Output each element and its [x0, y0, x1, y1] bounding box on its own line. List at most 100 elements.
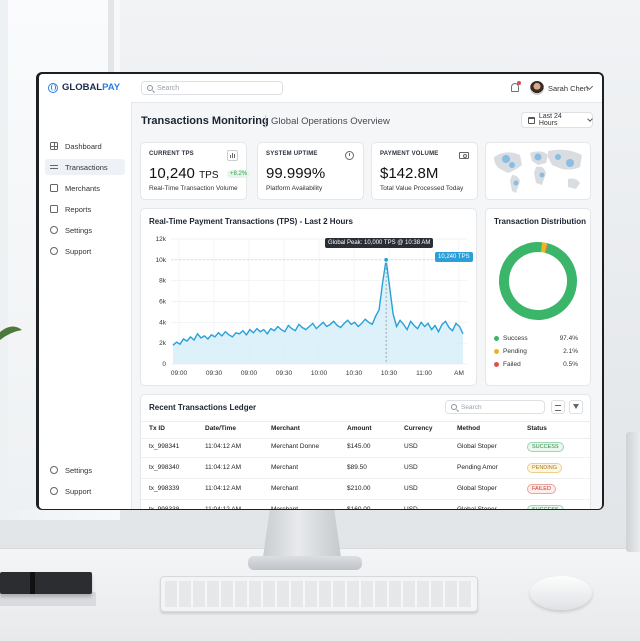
current-value-badge: 10,240 TPS	[435, 252, 473, 262]
x-tick-label: 10:00	[311, 370, 328, 377]
gear-icon	[50, 226, 58, 234]
status-badge: FAILED	[527, 484, 556, 494]
sidebar-item-support[interactable]: Support	[45, 243, 125, 259]
sidebar-item-label: Settings	[65, 465, 93, 475]
date-range-label: Last 24 Hours	[538, 113, 562, 127]
sidebar-item-label: Support	[65, 486, 92, 496]
x-tick-label: 10:30	[346, 370, 363, 377]
table-cell: 11:04:12 AM	[205, 485, 242, 492]
sidebar-item-label: Dashboard	[65, 141, 102, 151]
column-header[interactable]: Status	[527, 425, 547, 432]
column-header[interactable]: Currency	[404, 425, 433, 432]
table-cell: USD	[404, 485, 418, 492]
page-subtitle: Global Operations Overview	[271, 116, 390, 127]
keyboard	[160, 576, 478, 612]
bill-icon	[459, 152, 469, 159]
sidebar-item-label: Support	[65, 246, 92, 256]
table-cell: $160.00	[347, 506, 371, 509]
sidebar-item-label: Merchants	[65, 183, 101, 193]
title-divider	[265, 115, 266, 128]
column-header[interactable]: Merchant	[271, 425, 300, 432]
table-cell: $89.50	[347, 464, 367, 471]
table-cell: tx_998338	[149, 506, 179, 509]
kpi-value: 99.999%	[266, 165, 326, 182]
table-cell: $210.00	[347, 485, 371, 492]
calendar-icon	[528, 116, 535, 124]
table-cell: tx_998339	[149, 485, 180, 492]
kpi-label: SYSTEM UPTIME	[266, 151, 318, 157]
kpi-caption: Total Value Processed Today	[380, 185, 464, 192]
sidebar-item-reports[interactable]: Reports	[45, 201, 125, 217]
page-title: Transactions Monitoring	[141, 115, 269, 127]
document-icon	[50, 205, 58, 213]
table-cell: Merchant	[271, 464, 299, 471]
monitor-stand-base	[248, 556, 362, 570]
sidebar-item-dashboard[interactable]: Dashboard	[45, 138, 125, 154]
peak-point[interactable]	[383, 256, 390, 263]
ledger-title: Recent Transactions Ledger	[149, 403, 257, 412]
world-map-card[interactable]	[485, 142, 591, 200]
y-tick-label: 2k	[159, 340, 167, 347]
table-cell: tx_998341	[149, 443, 180, 450]
search-icon	[451, 404, 457, 410]
kpi-card-tps[interactable]: CURRENT TPS 10,240 TPS +8.2% Real-Time T…	[140, 142, 251, 200]
status-badge: SUCCESS	[527, 505, 564, 509]
status-badge: SUCCESS	[527, 442, 564, 452]
notebook-bottom	[0, 592, 96, 606]
sidebar-item-settings[interactable]: Settings	[45, 222, 125, 238]
plant-leaf	[0, 326, 22, 340]
kpi-caption: Real-Time Transaction Volume	[149, 185, 238, 192]
y-tick-label: 8k	[159, 278, 167, 285]
mouse	[530, 576, 592, 610]
store-icon	[50, 184, 58, 192]
date-range-select[interactable]: Last 24 Hours	[521, 112, 593, 128]
kpi-card-volume[interactable]: PAYMENT VOLUME $142.8M Total Value Proce…	[371, 142, 478, 200]
notebook	[0, 572, 92, 594]
bar-chart-icon	[227, 150, 238, 161]
user-name[interactable]: Sarah Chen	[548, 84, 588, 93]
kpi-value: $142.8M	[380, 165, 439, 182]
columns-button[interactable]	[551, 400, 565, 414]
x-tick-label: 09:00	[241, 370, 258, 377]
y-tick-label: 4k	[159, 319, 167, 326]
sidebar-item-label: Settings	[65, 225, 93, 235]
top-bar: GLOBAL PAY Search Sarah Chen	[39, 74, 602, 103]
column-header[interactable]: Amount	[347, 425, 372, 432]
column-header[interactable]: Date/Time	[205, 425, 236, 432]
table-row[interactable]: tx_998340 11:04:12 AM Merchant $89.50 USD Pen…	[141, 458, 590, 479]
kpi-label: CURRENT TPS	[149, 151, 194, 157]
global-search-input[interactable]: Search	[141, 81, 283, 95]
kpi-card-uptime[interactable]: SYSTEM UPTIME 99.999% Platform Availabil…	[257, 142, 364, 200]
sidebar-bottom-support[interactable]: Support	[45, 483, 125, 499]
table-row[interactable]: tx_998339 11:04:12 AM Merchant $210.00 USD Gl…	[141, 479, 590, 500]
donut-slice-success[interactable]	[496, 239, 579, 322]
tps-area-fill	[173, 259, 463, 364]
table-cell: 11:04:12 AM	[205, 506, 241, 509]
kpi-label: PAYMENT VOLUME	[380, 151, 439, 157]
table-row[interactable]: tx_998341 11:04:12 AM Merchant Donne $145.0…	[141, 437, 590, 458]
distribution-donut[interactable]	[486, 233, 590, 333]
y-tick-label: 6k	[159, 299, 167, 306]
ledger-search-input[interactable]: Search	[445, 400, 545, 414]
tps-area-chart[interactable]: 12k 10k 8k 6k 4k 2k 0 09:00 09:30 09:00 09:30 10:0…	[141, 209, 476, 385]
legend-pending: Pending 2.1%	[494, 348, 578, 355]
brand-logo[interactable]: GLOBAL PAY	[48, 82, 120, 93]
legend-dot	[494, 362, 499, 367]
table-cell: Global Stoper	[457, 506, 497, 509]
table-cell: Merchant Donne	[271, 443, 320, 450]
filter-button[interactable]	[569, 400, 583, 414]
dashboard-screen: GLOBAL PAY Search Sarah Chen Dashboard Tr…	[39, 74, 602, 509]
kpi-value: 10,240 TPS	[149, 165, 219, 182]
column-header[interactable]: Tx ID	[149, 425, 165, 432]
table-row[interactable]: tx_998338 11:04:12 AM Merchant $160.00 USD Gl…	[141, 500, 590, 509]
sidebar-bottom-settings[interactable]: Settings	[45, 462, 125, 478]
avatar[interactable]	[530, 81, 544, 95]
distribution-card: Transaction Distribution Success 97.4% Pe…	[485, 208, 591, 386]
arrows-icon	[50, 163, 58, 171]
column-header[interactable]: Method	[457, 425, 480, 432]
notification-dot	[517, 81, 521, 85]
legend-failed: Failed 0.5%	[494, 361, 578, 368]
sidebar-item-merchants[interactable]: Merchants	[45, 180, 125, 196]
sidebar-item-transactions[interactable]: Transactions	[45, 159, 125, 175]
ledger-card: Recent Transactions Ledger Search Tx ID D…	[140, 394, 591, 509]
